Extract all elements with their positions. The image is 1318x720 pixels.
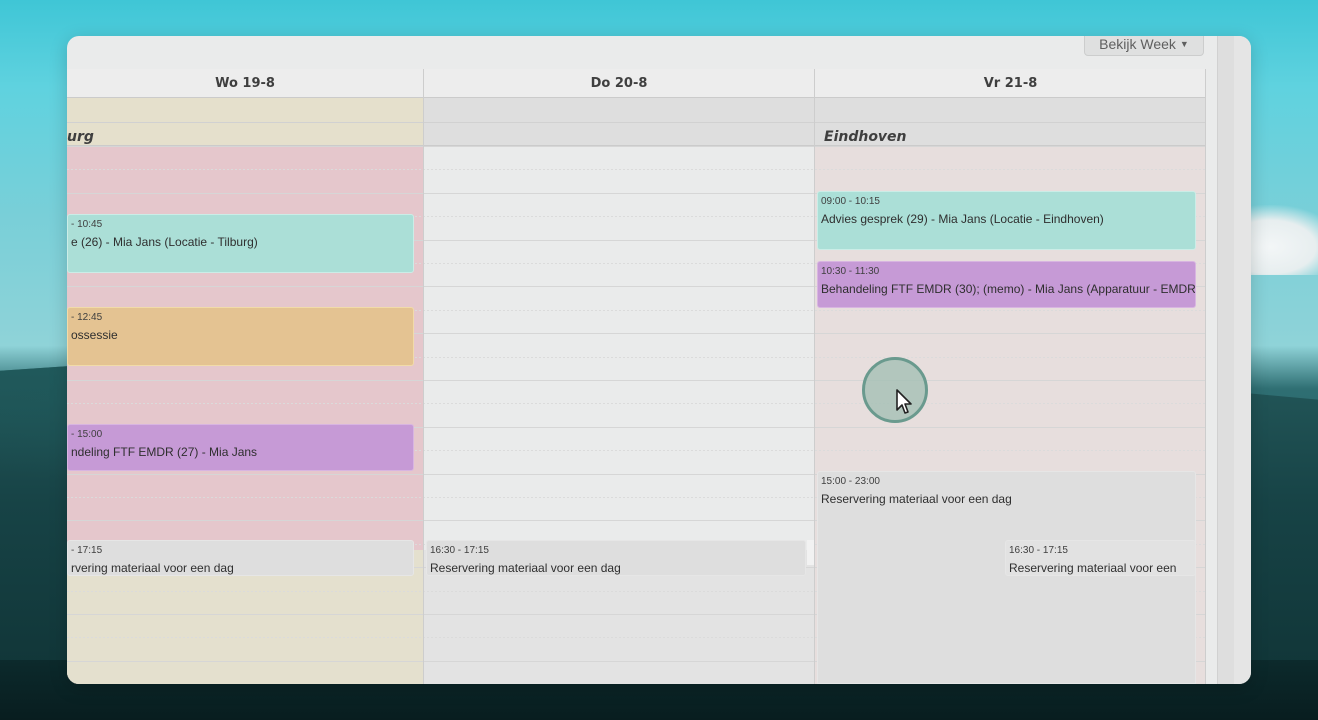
event-fri-1[interactable]: 09:00 - 10:15 Advies gesprek (29) - Mia … <box>817 191 1196 250</box>
calendar-scrollbar[interactable] <box>1217 36 1234 684</box>
resize-handle[interactable] <box>807 540 814 565</box>
window-scroll-track[interactable] <box>1234 36 1251 684</box>
event-fri-3[interactable]: 15:00 - 23:00 Reservering materiaal voor… <box>817 471 1196 684</box>
day-header-wed[interactable]: Wo 19-8 <box>67 69 423 98</box>
event-title: Reservering materiaal voor een dag <box>821 492 1012 506</box>
event-time: - 17:15 <box>71 545 103 556</box>
day-header-thu[interactable]: Do 20-8 <box>424 69 814 98</box>
event-wed-3[interactable]: - 15:00 ndeling FTF EMDR (27) - Mia Jans <box>67 424 414 471</box>
event-title: Reservering materiaal voor een <box>1009 561 1177 575</box>
event-fri-2[interactable]: 10:30 - 11:30 Behandeling FTF EMDR (30);… <box>817 261 1196 308</box>
event-title: Advies gesprek (29) - Mia Jans (Locatie … <box>821 212 1104 226</box>
event-time: 09:00 - 10:15 <box>821 196 880 207</box>
event-title: Reservering materiaal voor een dag <box>430 561 621 575</box>
event-wed-2[interactable]: - 12:45 ossessie <box>67 307 414 366</box>
event-title: rvering materiaal voor een dag <box>71 561 234 575</box>
week-grid: urg Eindhoven Wo 19-8 Do 20-8 Vr 21-8 - … <box>67 69 1206 684</box>
event-title: ossessie <box>71 328 118 342</box>
event-thu-1[interactable]: 16:30 - 17:15 Reservering materiaal voor… <box>426 540 806 576</box>
event-title: e (26) - Mia Jans (Locatie - Tilburg) <box>71 235 258 249</box>
event-wed-4[interactable]: - 17:15 rvering materiaal voor een dag <box>67 540 414 576</box>
allday-location-fri: Eindhoven <box>824 129 907 145</box>
caret-down-icon: ▼ <box>1179 39 1189 49</box>
event-time: 16:30 - 17:15 <box>430 545 489 556</box>
view-week-button[interactable]: Bekijk Week ▼ <box>1084 36 1204 56</box>
mouse-pointer-icon <box>896 389 912 414</box>
event-wed-1[interactable]: - 10:45 e (26) - Mia Jans (Locatie - Til… <box>67 214 414 273</box>
column-separator <box>423 69 424 684</box>
event-time: 10:30 - 11:30 <box>821 266 880 277</box>
allday-divider <box>67 122 1206 123</box>
event-time: 16:30 - 17:15 <box>1009 545 1068 556</box>
view-week-label: Bekijk Week <box>1099 36 1176 52</box>
time-slot-line <box>67 403 1206 404</box>
event-time: - 12:45 <box>71 312 103 323</box>
calendar-window: Bekijk Week ▼ urg Eindhoven Wo 19-8 Do 2… <box>67 36 1251 684</box>
event-fri-4[interactable]: 16:30 - 17:15 Reservering materiaal voor… <box>1005 540 1196 576</box>
event-time: 15:00 - 23:00 <box>821 476 880 487</box>
event-time: - 15:00 <box>71 429 103 440</box>
column-separator <box>814 69 815 684</box>
event-time: - 10:45 <box>71 219 103 230</box>
time-slot-line <box>67 380 1206 381</box>
event-title: ndeling FTF EMDR (27) - Mia Jans <box>71 445 258 459</box>
allday-location-wed: urg <box>67 129 94 145</box>
column-separator <box>1205 69 1206 684</box>
day-header-fri[interactable]: Vr 21-8 <box>815 69 1206 98</box>
time-slot-line <box>67 169 1206 170</box>
time-slot-line <box>67 146 1206 147</box>
event-title: Behandeling FTF EMDR (30); (memo) - Mia … <box>821 282 1196 296</box>
